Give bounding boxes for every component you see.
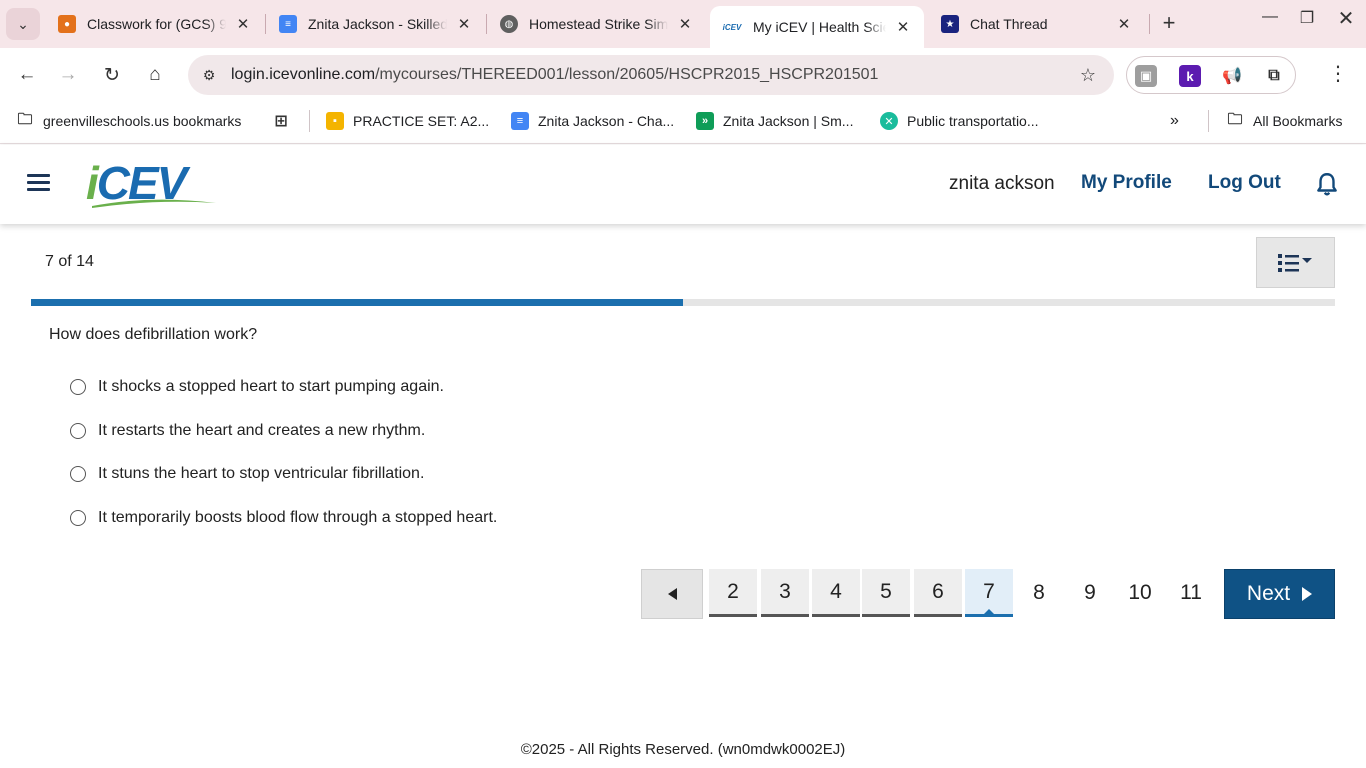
list-dropdown-icon bbox=[1277, 253, 1312, 272]
logo-swoosh-icon bbox=[92, 199, 216, 208]
url-domain: login.icevonline.com bbox=[231, 66, 376, 83]
window-close-icon[interactable]: ✕ bbox=[1331, 6, 1361, 31]
next-button[interactable]: Next bbox=[1224, 569, 1335, 619]
new-tab-button[interactable]: + bbox=[1156, 10, 1182, 38]
page-button-10[interactable]: 10 bbox=[1116, 569, 1164, 617]
copyright-text: ©2025 - All Rights Reserved. bbox=[520, 741, 714, 758]
question-counter: 7 of 14 bbox=[45, 253, 94, 270]
page-button-4[interactable]: 4 bbox=[812, 569, 860, 617]
bookmark-greenville[interactable]: 🗀 greenvilleschools.us bookmarks bbox=[16, 110, 241, 130]
address-bar[interactable]: ⚙ login.icevonline.com/mycourses/THEREED… bbox=[188, 55, 1114, 95]
page-button-9[interactable]: 9 bbox=[1066, 569, 1114, 617]
close-icon[interactable]: ✕ bbox=[894, 18, 912, 36]
tab-separator bbox=[486, 14, 487, 34]
apps-grid-icon: ⊞ bbox=[274, 113, 288, 130]
bookmark-znita-smartsheet[interactable]: » Znita Jackson | Sm... bbox=[696, 112, 853, 130]
bookmark-star-icon[interactable]: ☆ bbox=[1080, 65, 1096, 86]
lesson-progress-bar bbox=[31, 299, 1335, 306]
bookmark-practice-set[interactable]: ▪ PRACTICE SET: A2... bbox=[326, 112, 489, 130]
previous-button[interactable] bbox=[641, 569, 703, 619]
answer-option-3[interactable]: It stuns the heart to stop ventricular f… bbox=[70, 465, 424, 483]
page-footer: ©2025 - All Rights Reserved. (wn0mdwk000… bbox=[0, 741, 1366, 758]
user-name: znita ackson bbox=[949, 173, 1055, 194]
page-button-5[interactable]: 5 bbox=[862, 569, 910, 617]
megaphone-extension-icon[interactable]: 📢 bbox=[1221, 65, 1243, 87]
my-profile-link[interactable]: My Profile bbox=[1081, 172, 1172, 194]
kami-extension-icon[interactable]: k bbox=[1179, 65, 1201, 87]
lesson-progress-card: 7 of 14 bbox=[31, 224, 1335, 306]
hamburger-menu-icon[interactable] bbox=[27, 174, 50, 192]
footer-code: (wn0mdwk0002EJ) bbox=[717, 741, 846, 758]
icev-icon: iCEV bbox=[722, 18, 742, 36]
bookmark-apps[interactable]: ⊞ bbox=[272, 112, 290, 130]
close-icon[interactable]: ✕ bbox=[676, 15, 694, 33]
url-path: /mycourses/THEREED001/lesson/20605/HSCPR… bbox=[375, 66, 879, 83]
smartsheet-icon: » bbox=[696, 112, 714, 130]
puzzle-extensions-icon[interactable]: ⧉ bbox=[1263, 65, 1285, 87]
google-docs-icon: ≡ bbox=[511, 112, 529, 130]
folder-icon: 🗀 bbox=[1227, 110, 1243, 128]
answer-option-2[interactable]: It restarts the heart and creates a new … bbox=[70, 422, 425, 440]
copy-extension-icon[interactable]: ▣ bbox=[1135, 65, 1157, 87]
all-bookmarks[interactable]: 🗀 All Bookmarks bbox=[1226, 110, 1342, 130]
close-icon[interactable]: ✕ bbox=[455, 15, 473, 33]
site-header: iCEV znita ackson My Profile Log Out bbox=[0, 145, 1366, 224]
bookmarks-bar: 🗀 greenvilleschools.us bookmarks ⊞ ▪ PRA… bbox=[0, 102, 1366, 144]
icev-logo[interactable]: iCEV bbox=[86, 159, 222, 209]
radio-button[interactable] bbox=[70, 510, 86, 526]
bookmark-separator bbox=[1208, 110, 1209, 132]
radio-button[interactable] bbox=[70, 423, 86, 439]
answer-option-1[interactable]: It shocks a stopped heart to start pumpi… bbox=[70, 378, 444, 396]
google-classroom-icon: ● bbox=[58, 15, 76, 33]
browser-tab-strip: ⌄ ● Classwork for (GCS) 9th ✕ ≡ Znita Ja… bbox=[0, 0, 1366, 48]
bookmark-separator bbox=[309, 110, 310, 132]
question-text: How does defibrillation work? bbox=[49, 326, 258, 343]
page-button-8[interactable]: 8 bbox=[1015, 569, 1063, 617]
tab-separator bbox=[1149, 14, 1150, 34]
browser-tab-classwork[interactable]: ● Classwork for (GCS) 9th ✕ bbox=[46, 6, 264, 42]
close-icon[interactable]: ✕ bbox=[1115, 15, 1133, 33]
forward-arrow-icon[interactable]: → bbox=[53, 60, 83, 90]
site-settings-icon[interactable]: ⚙ bbox=[198, 67, 220, 84]
chevron-down-icon: ⌄ bbox=[17, 15, 29, 32]
browser-menu-icon[interactable]: ⋮ bbox=[1326, 62, 1350, 86]
radio-button[interactable] bbox=[70, 466, 86, 482]
google-classroom-icon: ▪ bbox=[326, 112, 344, 130]
log-out-link[interactable]: Log Out bbox=[1208, 172, 1281, 194]
minimize-icon[interactable]: — bbox=[1255, 8, 1285, 26]
radio-button[interactable] bbox=[70, 379, 86, 395]
page-button-7-current[interactable]: 7 bbox=[965, 569, 1013, 617]
globe-icon: ◍ bbox=[500, 15, 518, 33]
browser-tab-icev[interactable]: iCEV My iCEV | Health Science ✕ bbox=[710, 6, 924, 48]
browser-toolbar: ← → ↻ ⌂ ⚙ login.icevonline.com/mycourses… bbox=[0, 48, 1366, 102]
page-button-2[interactable]: 2 bbox=[709, 569, 757, 617]
question-list-menu-button[interactable] bbox=[1256, 237, 1335, 288]
extensions-group: ▣ k 📢 ⧉ bbox=[1126, 56, 1296, 94]
star-badge-icon: ★ bbox=[941, 15, 959, 33]
page-button-3[interactable]: 3 bbox=[761, 569, 809, 617]
browser-tab-homestead[interactable]: ◍ Homestead Strike Simulation ✕ bbox=[488, 6, 706, 42]
notification-bell-icon[interactable] bbox=[1314, 171, 1340, 197]
lesson-progress-fill bbox=[31, 299, 683, 306]
reload-icon[interactable]: ↻ bbox=[97, 60, 127, 90]
google-docs-icon: ≡ bbox=[279, 15, 297, 33]
page-button-11[interactable]: 11 bbox=[1167, 569, 1215, 617]
managed-folder-icon: 🗀 bbox=[17, 110, 33, 128]
teal-x-icon: ✕ bbox=[880, 112, 898, 130]
restore-icon[interactable]: ❐ bbox=[1292, 8, 1322, 28]
answer-option-4[interactable]: It temporarily boosts blood flow through… bbox=[70, 509, 497, 527]
browser-tab-chat[interactable]: ★ Chat Thread ✕ bbox=[929, 6, 1145, 42]
tab-search-button[interactable]: ⌄ bbox=[6, 8, 40, 40]
tab-separator bbox=[265, 14, 266, 34]
home-icon[interactable]: ⌂ bbox=[140, 60, 170, 90]
caret-right-icon bbox=[1302, 587, 1313, 601]
page-button-6[interactable]: 6 bbox=[914, 569, 962, 617]
bookmark-znita-chat[interactable]: ≡ Znita Jackson - Cha... bbox=[511, 112, 674, 130]
back-arrow-icon[interactable]: ← bbox=[12, 60, 42, 90]
close-icon[interactable]: ✕ bbox=[234, 15, 252, 33]
caret-left-icon bbox=[668, 588, 677, 600]
bookmark-public-transport[interactable]: ✕ Public transportatio... bbox=[880, 112, 1039, 130]
browser-tab-docs[interactable]: ≡ Znita Jackson - Skilled ✕ bbox=[267, 6, 485, 42]
more-bookmarks-chevron-icon[interactable]: » bbox=[1170, 112, 1179, 130]
